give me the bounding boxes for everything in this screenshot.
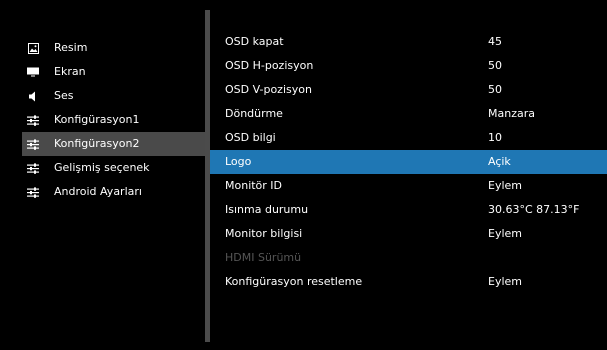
settings-sliders-icon — [26, 180, 40, 204]
setting-label: Isınma durumu — [225, 203, 309, 216]
setting-label: Konfigürasyon resetleme — [225, 275, 363, 288]
setting-value: 10 — [488, 131, 502, 144]
setting-value: 50 — [488, 83, 502, 96]
setting-row-osd-bilgi[interactable]: OSD bilgi 10 — [210, 126, 607, 150]
speaker-icon — [26, 84, 40, 108]
settings-sliders-icon — [26, 108, 40, 132]
setting-value: Eylem — [488, 179, 522, 192]
sidebar-item-android-ayarlari[interactable]: Android Ayarları — [22, 180, 205, 204]
sidebar-item-gelismis-secenek[interactable]: Gelişmiş seçenek — [22, 156, 205, 180]
setting-value: 45 — [488, 35, 502, 48]
setting-row-monitor-id[interactable]: Monitör ID Eylem — [210, 174, 607, 198]
setting-label: OSD V-pozisyon — [225, 83, 312, 96]
setting-label: OSD kapat — [225, 35, 284, 48]
setting-value: Eylem — [488, 275, 522, 288]
settings-sliders-icon — [26, 132, 40, 156]
setting-row-dondurme[interactable]: Döndürme Manzara — [210, 102, 607, 126]
setting-label: Monitör ID — [225, 179, 283, 192]
setting-row-konfigurasyon-resetleme[interactable]: Konfigürasyon resetleme Eylem — [210, 270, 607, 294]
sidebar-item-label: Resim — [54, 41, 88, 54]
sidebar-item-konfigurasyon1[interactable]: Konfigürasyon1 — [22, 108, 205, 132]
sidebar-item-resim[interactable]: Resim — [22, 36, 205, 60]
setting-value: Manzara — [488, 107, 535, 120]
setting-label: HDMI Sürümü — [225, 251, 302, 264]
sidebar-item-label: Ekran — [54, 65, 86, 78]
sidebar-item-label: Android Ayarları — [54, 185, 142, 198]
setting-label: Monitor bilgisi — [225, 227, 303, 240]
setting-row-monitor-bilgisi[interactable]: Monitor bilgisi Eylem — [210, 222, 607, 246]
setting-row-hdmi-surumu: HDMI Sürümü — [210, 246, 607, 270]
sidebar-item-label: Ses — [54, 89, 74, 102]
sidebar-item-ses[interactable]: Ses — [22, 84, 205, 108]
sidebar-item-label: Konfigürasyon1 — [54, 113, 140, 126]
sidebar-item-label: Gelişmiş seçenek — [54, 161, 150, 174]
setting-value: 50 — [488, 59, 502, 72]
setting-row-osd-v-pozisyon[interactable]: OSD V-pozisyon 50 — [210, 78, 607, 102]
setting-row-osd-kapat[interactable]: OSD kapat 45 — [210, 30, 607, 54]
setting-row-isinma-durumu[interactable]: Isınma durumu 30.63°C 87.13°F — [210, 198, 607, 222]
sidebar-list: Resim Ekran Ses Konfigürasyon1 Konfigüra… — [22, 36, 205, 204]
picture-icon — [26, 36, 40, 60]
setting-value: Eylem — [488, 227, 522, 240]
setting-label: OSD bilgi — [225, 131, 276, 144]
setting-row-logo[interactable]: Logo Açik — [210, 150, 607, 174]
sidebar: Resim Ekran Ses Konfigürasyon1 Konfigüra… — [0, 0, 205, 350]
sidebar-item-konfigurasyon2[interactable]: Konfigürasyon2 — [22, 132, 205, 156]
settings-panel: OSD kapat 45 OSD H-pozisyon 50 OSD V-poz… — [210, 0, 607, 350]
setting-label: Döndürme — [225, 107, 283, 120]
setting-value: 30.63°C 87.13°F — [488, 203, 580, 216]
sidebar-item-label: Konfigürasyon2 — [54, 137, 140, 150]
sidebar-item-ekran[interactable]: Ekran — [22, 60, 205, 84]
setting-row-osd-h-pozisyon[interactable]: OSD H-pozisyon 50 — [210, 54, 607, 78]
setting-label: OSD H-pozisyon — [225, 59, 314, 72]
settings-list: OSD kapat 45 OSD H-pozisyon 50 OSD V-poz… — [210, 30, 607, 294]
osd-menu: Resim Ekran Ses Konfigürasyon1 Konfigüra… — [0, 0, 607, 350]
settings-sliders-icon — [26, 156, 40, 180]
setting-label: Logo — [225, 155, 252, 168]
display-icon — [26, 60, 40, 84]
setting-value: Açik — [488, 155, 511, 168]
